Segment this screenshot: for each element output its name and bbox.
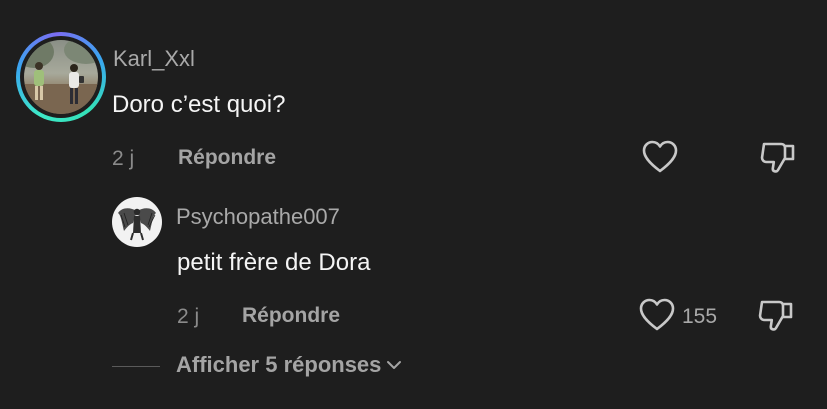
show-more-label: Afficher 5 réponses: [176, 352, 382, 377]
avatar-ring-gap: [20, 36, 102, 118]
avatar-story-ring[interactable]: [16, 32, 106, 122]
chevron-down-icon: [387, 361, 402, 369]
thumbs-down-icon: [760, 142, 795, 173]
reply-like-button[interactable]: [637, 296, 677, 336]
dislike-button[interactable]: [758, 138, 798, 178]
comment-username[interactable]: Karl_Xxl: [113, 46, 195, 72]
winged-figure-icon: [118, 208, 156, 241]
avatar-photo-icon: [24, 40, 98, 114]
reply-reply-button[interactable]: Répondre: [242, 304, 340, 328]
comment-age: 2 j: [112, 147, 135, 170]
heart-icon: [639, 298, 675, 331]
like-button[interactable]: [640, 138, 680, 178]
reply-text: petit frère de Dora: [177, 249, 371, 276]
heart-icon: [642, 140, 678, 173]
reply-like-count: 155: [682, 305, 718, 328]
reply-button[interactable]: Répondre: [178, 146, 276, 170]
reply-dislike-button[interactable]: [756, 296, 796, 336]
avatar[interactable]: [24, 40, 98, 114]
comment-text: Doro c’est quoi?: [112, 91, 286, 118]
reply-age: 2 j: [177, 305, 200, 328]
reply-username[interactable]: Psychopathe007: [176, 204, 340, 230]
thumbs-down-icon: [758, 300, 793, 331]
comment-thread: Karl_Xxl Doro c’est quoi? 2 j Répondre P…: [0, 0, 827, 409]
reply-avatar[interactable]: [112, 197, 162, 247]
thread-divider: [112, 366, 160, 367]
show-more-replies-button[interactable]: Afficher 5 réponses: [176, 352, 403, 378]
